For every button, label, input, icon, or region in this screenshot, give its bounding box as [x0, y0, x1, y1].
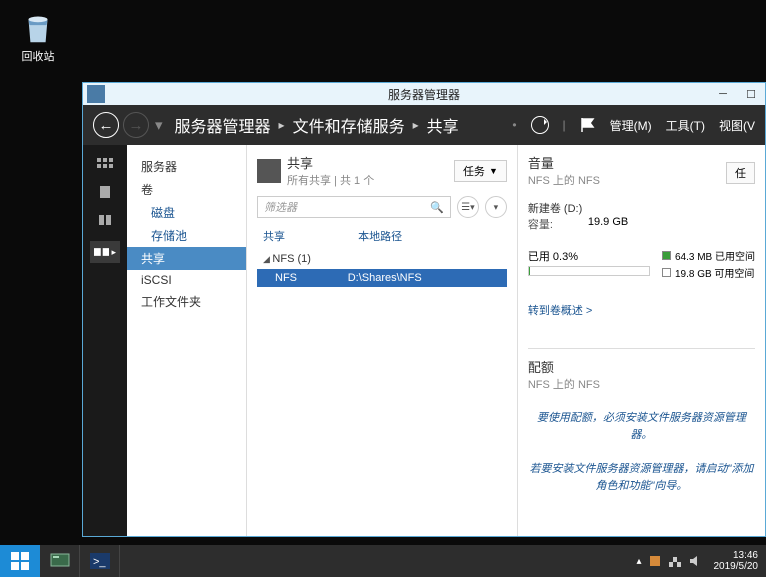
sidebar-item-shares[interactable]: 共享 [127, 247, 246, 270]
shares-tasks-button[interactable]: 任务▼ [454, 160, 507, 182]
volume-subtitle: NFS 上的 NFS [528, 172, 755, 188]
col-path[interactable]: 本地路径 [358, 228, 501, 244]
filter-input[interactable]: 筛选器 🔍 [257, 196, 451, 218]
share-row[interactable]: NFS D:\Shares\NFS [257, 269, 507, 287]
search-icon[interactable]: 🔍 [430, 201, 444, 214]
servers-icon[interactable] [96, 185, 114, 199]
maximize-button[interactable]: ☐ [737, 84, 765, 104]
menu-tools[interactable]: 工具(T) [666, 117, 705, 134]
usage-bar [528, 266, 650, 276]
app-icon [87, 85, 105, 103]
recycle-bin-icon [19, 8, 57, 46]
window-title: 服务器管理器 [388, 86, 460, 103]
volume-name: 新建卷 (D:) [528, 200, 755, 216]
grid-header: 共享 本地路径 [257, 224, 507, 249]
menu-view[interactable]: 视图(V [719, 117, 755, 134]
used-label: 已用 0.3% [528, 248, 650, 264]
sidebar: 服务器 卷 磁盘 存储池 共享 iSCSI 工作文件夹 [127, 145, 247, 536]
col-share[interactable]: 共享 [263, 228, 358, 244]
recycle-bin-label: 回收站 [8, 48, 68, 64]
expand-button[interactable]: ▾ [485, 196, 507, 218]
grid-group[interactable]: NFS (1) [257, 249, 507, 269]
sidebar-item-volumes[interactable]: 卷 [127, 178, 246, 201]
free-swatch [662, 268, 671, 277]
sidebar-item-servers[interactable]: 服务器 [127, 155, 246, 178]
tray-flag-icon[interactable] [648, 554, 662, 568]
titlebar: 服务器管理器 ─ ☐ [83, 83, 765, 105]
taskbar: >_ ▴ 13:46 2019/5/20 [0, 545, 766, 577]
quota-subtitle: NFS 上的 NFS [528, 376, 755, 392]
filter-placeholder: 筛选器 [264, 199, 297, 215]
flag-icon[interactable] [580, 117, 596, 133]
recycle-bin[interactable]: 回收站 [8, 8, 68, 64]
refresh-icon[interactable] [531, 116, 549, 134]
sidebar-item-disks[interactable]: 磁盘 [127, 201, 246, 224]
all-servers-icon[interactable] [96, 213, 114, 227]
quota-msg2: 若要安装文件服务器资源管理器，请启动"添加角色和功能"向导。 [528, 461, 755, 494]
view-options-button[interactable]: ☰ ▾ [457, 196, 479, 218]
breadcrumb-2[interactable]: 共享 [427, 113, 459, 137]
share-path: D:\Shares\NFS [348, 272, 489, 284]
breadcrumb-root[interactable]: 服务器管理器 [175, 113, 271, 137]
breadcrumb-1[interactable]: 文件和存储服务 [293, 113, 405, 137]
dashboard-icon[interactable] [96, 157, 114, 171]
start-button[interactable] [0, 545, 40, 577]
shares-subtitle: 所有共享 | 共 1 个 [287, 172, 454, 188]
sidebar-item-pools[interactable]: 存储池 [127, 224, 246, 247]
shares-pane: 共享 所有共享 | 共 1 个 任务▼ 筛选器 🔍 ☰ ▾ ▾ 共享 本地路径 [247, 145, 518, 536]
powershell-taskbtn[interactable]: >_ [80, 545, 120, 577]
file-services-icon[interactable]: ▸ [90, 241, 120, 263]
svg-text:>_: >_ [93, 556, 106, 568]
menu-manage[interactable]: 管理(M) [610, 117, 652, 134]
used-swatch [662, 251, 671, 260]
shares-icon [257, 159, 281, 183]
volume-title: 音量 [528, 153, 755, 172]
legend-free: 19.8 GB 可用空间 [675, 265, 754, 280]
shares-title: 共享 [287, 153, 454, 172]
tray-sound-icon[interactable] [688, 554, 702, 568]
sidebar-item-workfolders[interactable]: 工作文件夹 [127, 290, 246, 313]
quota-section: 配额 NFS 上的 NFS 要使用配额，必须安装文件服务器资源管理器。 若要安装… [528, 348, 755, 494]
legend-used: 64.3 MB 已用空间 [675, 248, 755, 263]
back-button[interactable]: ← [93, 112, 119, 138]
sidebar-item-iscsi[interactable]: iSCSI [127, 270, 246, 290]
capacity-value: 19.9 GB [588, 216, 628, 232]
tray-chevron[interactable]: ▴ [636, 556, 641, 567]
breadcrumb[interactable]: 服务器管理器 ▸ 文件和存储服务 ▸ 共享 [175, 113, 459, 137]
quota-msg1: 要使用配额，必须安装文件服务器资源管理器。 [528, 410, 755, 443]
capacity-label: 容量: [528, 216, 588, 232]
toolbar: ← → ▾ 服务器管理器 ▸ 文件和存储服务 ▸ 共享 • | 管理(M) 工具… [83, 105, 765, 145]
tray-network-icon[interactable] [668, 554, 682, 568]
volume-tasks-button[interactable]: 任 [726, 162, 755, 184]
forward-button: → [123, 112, 149, 138]
server-manager-taskbtn[interactable] [40, 545, 80, 577]
clock-date: 2019/5/20 [714, 561, 759, 572]
server-manager-window: 服务器管理器 ─ ☐ ← → ▾ 服务器管理器 ▸ 文件和存储服务 ▸ 共享 •… [82, 82, 766, 537]
minimize-button[interactable]: ─ [709, 84, 737, 104]
volume-pane: 音量 NFS 上的 NFS 任 新建卷 (D:) 容量:19.9 GB 已用 0… [518, 145, 765, 536]
quota-title: 配额 [528, 357, 755, 376]
share-name: NFS [275, 272, 348, 284]
clock[interactable]: 13:46 2019/5/20 [714, 550, 759, 572]
clock-time: 13:46 [714, 550, 759, 561]
volume-overview-link[interactable]: 转到卷概述 > [528, 305, 592, 317]
left-nav: ▸ [83, 145, 127, 536]
